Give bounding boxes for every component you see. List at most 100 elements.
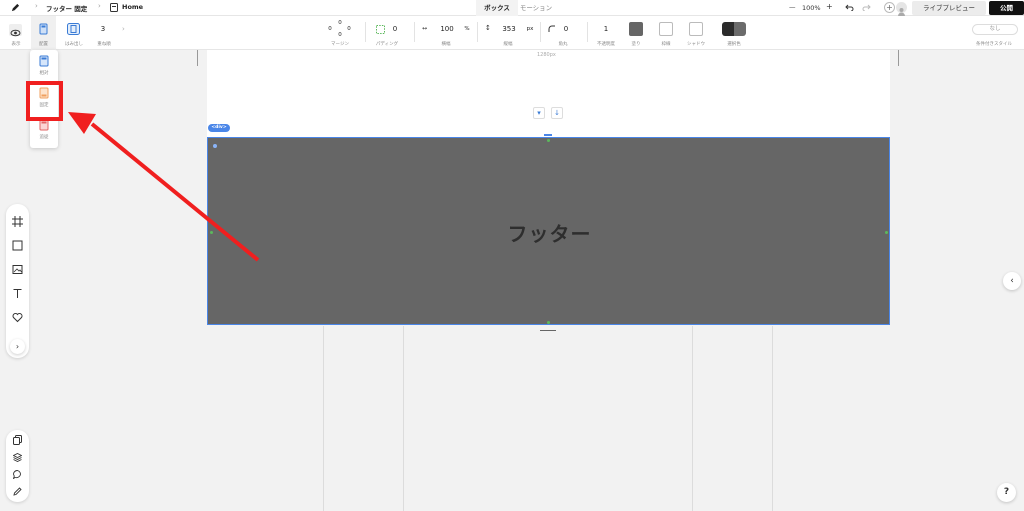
resize-handle-top[interactable]	[547, 139, 550, 142]
overflow-icon[interactable]	[67, 23, 80, 35]
breadcrumb-separator: ›	[35, 2, 38, 10]
divider	[414, 22, 415, 42]
drag-handle[interactable]	[213, 144, 217, 148]
selection-color-dark	[722, 22, 734, 36]
pages-icon[interactable]	[13, 435, 22, 445]
margin-right-value[interactable]: 0	[345, 26, 353, 32]
conditional-style-select[interactable]: なし	[972, 24, 1018, 35]
selection-color-swatch[interactable]	[722, 22, 746, 36]
pencil-icon[interactable]	[13, 487, 22, 496]
frame-icon[interactable]	[12, 216, 23, 227]
corner-radius-icon	[548, 25, 555, 32]
width-label: 横幅	[441, 42, 451, 47]
border-swatch[interactable]	[659, 22, 673, 36]
placement-icon	[39, 23, 48, 35]
footer-block[interactable]: フッター	[207, 137, 890, 325]
padding-icon[interactable]	[376, 25, 385, 34]
relative-label: 相対	[39, 71, 49, 76]
placement-option-relative[interactable]: 相対	[30, 54, 58, 78]
top-bar: › フッター 固定 › Home ボックス モーション — 100% + + ラ…	[0, 0, 1024, 16]
fill-swatch[interactable]	[629, 22, 643, 36]
undo-icon[interactable]	[845, 4, 854, 11]
padding-label: パディング	[375, 42, 399, 47]
avatar[interactable]	[896, 2, 907, 16]
left-bottom-panel	[6, 430, 29, 502]
placement-option-sticky[interactable]: 追従	[30, 118, 58, 142]
page-width-label: 1280px	[537, 52, 556, 58]
resize-handle-right[interactable]	[885, 231, 888, 234]
live-preview-button[interactable]: ライブプレビュー	[912, 1, 986, 15]
help-button[interactable]: ?	[997, 483, 1016, 502]
zoom-in-button[interactable]: +	[826, 2, 833, 11]
shadow-label: シャドウ	[687, 42, 705, 47]
heart-icon[interactable]	[12, 312, 23, 323]
footer-text[interactable]: フッター	[208, 218, 891, 247]
tab-motion[interactable]: モーション	[518, 0, 554, 16]
opacity-label: 不透明度	[597, 42, 615, 47]
opacity-value[interactable]: 1	[601, 25, 611, 33]
width-value[interactable]: 100	[438, 25, 456, 33]
breadcrumb-separator: ›	[98, 2, 101, 10]
width-unit[interactable]: %	[463, 26, 471, 32]
add-section-above-button[interactable]: ▾	[533, 107, 545, 119]
annotation-highlight-box	[26, 81, 63, 121]
spacing-indicator-top	[544, 134, 552, 136]
pencil-logo-icon[interactable]	[11, 3, 20, 12]
conditional-style-label: 条件付きスタイル	[976, 42, 1012, 47]
eye-icon	[10, 29, 21, 37]
zoom-level[interactable]: 100%	[802, 4, 821, 12]
margin-left-value[interactable]: 0	[326, 26, 334, 32]
page-canvas[interactable]: 1280px ▾ ↓	[207, 50, 890, 137]
relative-icon	[39, 55, 49, 67]
fill-label: 塗り	[631, 42, 641, 47]
right-panel-toggle[interactable]: ‹	[1003, 272, 1021, 290]
resize-handle-left[interactable]	[210, 231, 213, 234]
chevron-right-icon[interactable]: ›	[122, 25, 125, 33]
chevron-right-icon[interactable]: ›	[10, 339, 25, 354]
tab-box[interactable]: ボックス	[476, 0, 518, 16]
padding-value[interactable]: 0	[390, 25, 400, 33]
spacing-indicator-bottom	[540, 330, 556, 331]
breadcrumb-home[interactable]: Home	[122, 3, 143, 11]
divider	[477, 22, 478, 42]
show-toggle[interactable]	[9, 24, 22, 37]
publish-button[interactable]: 公開	[989, 1, 1024, 15]
move-down-button[interactable]: ↓	[551, 107, 563, 119]
resize-handle-bottom[interactable]	[547, 321, 550, 324]
image-icon[interactable]	[12, 264, 23, 275]
property-toolbar: 表示 配置 はみ出し 3 重ね順 › 0 0 0 0 マージン 0 パディング …	[0, 16, 1024, 50]
shadow-swatch[interactable]	[689, 22, 703, 36]
selection-color-light	[734, 22, 746, 36]
selection-color-label: 選択色	[727, 42, 741, 47]
ruler-mark	[898, 50, 899, 66]
zoom-out-button[interactable]: —	[789, 3, 796, 11]
divider	[365, 22, 366, 42]
grid-line	[403, 326, 404, 511]
text-icon[interactable]	[12, 288, 23, 299]
ruler-mark	[197, 50, 198, 66]
divider	[540, 22, 541, 42]
margin-top-value[interactable]: 0	[336, 20, 344, 26]
margin-bottom-value[interactable]: 0	[336, 32, 344, 38]
grid-line	[692, 326, 693, 511]
height-unit[interactable]: px	[526, 26, 534, 32]
layers-icon[interactable]	[13, 453, 22, 462]
square-icon[interactable]	[12, 240, 23, 251]
stack-order-label: 重ね順	[97, 42, 111, 47]
margin-label: マージン	[331, 42, 349, 47]
height-label: 縦幅	[503, 42, 513, 47]
breadcrumb-page[interactable]: フッター 固定	[46, 3, 87, 13]
element-tag-badge[interactable]: <div>	[208, 124, 230, 132]
border-label: 枠線	[661, 42, 671, 47]
radius-label: 角丸	[558, 42, 568, 47]
left-tool-panel: ›	[6, 204, 29, 358]
grid-line	[323, 326, 324, 511]
stack-order-value[interactable]: 3	[96, 25, 110, 33]
comment-icon[interactable]	[13, 470, 22, 479]
placement-control[interactable]: 配置	[31, 16, 56, 50]
radius-value[interactable]: 0	[561, 25, 571, 33]
height-arrows-icon: ↕	[485, 24, 491, 32]
redo-icon[interactable]	[862, 4, 871, 11]
height-value[interactable]: 353	[500, 25, 518, 33]
add-collaborator-button[interactable]: +	[884, 2, 895, 13]
